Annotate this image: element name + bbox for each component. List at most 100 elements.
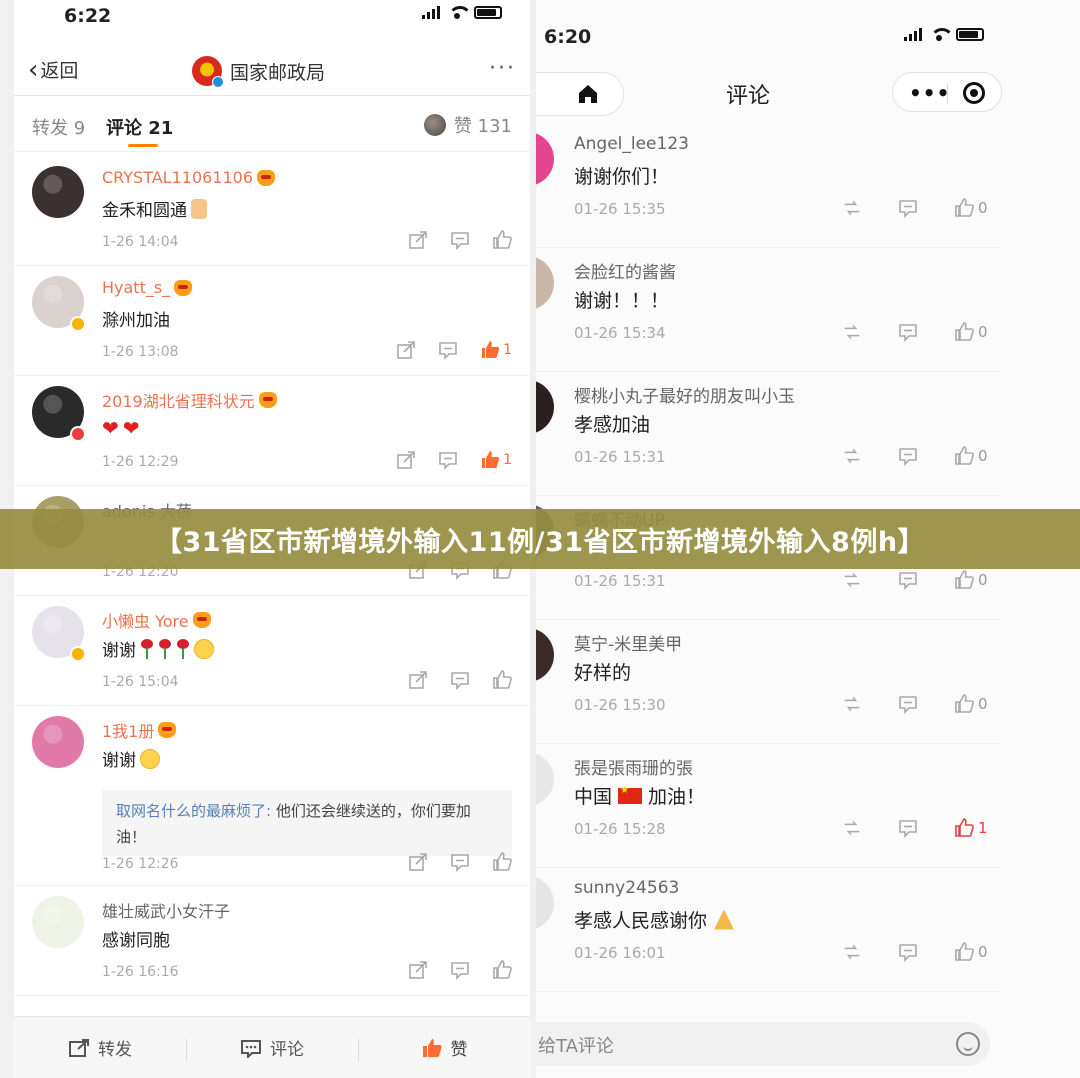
- repost-button[interactable]: 转发: [14, 1035, 186, 1060]
- username[interactable]: sunny24563: [574, 878, 679, 898]
- comment-time: 01-26 15:28: [574, 820, 666, 838]
- reply-button[interactable]: [898, 818, 918, 838]
- comment-item: 小懒虫 Yore 谢谢 1-26 15:04: [14, 596, 530, 706]
- comment-time: 1-26 15:04: [102, 674, 179, 690]
- more-button[interactable]: •••: [909, 81, 950, 105]
- avatar[interactable]: [536, 256, 554, 310]
- avatar[interactable]: [536, 876, 554, 930]
- comment-text: 谢谢: [102, 636, 214, 661]
- like-button[interactable]: 0: [954, 694, 988, 714]
- repost-button[interactable]: [842, 446, 862, 466]
- close-target-icon[interactable]: [963, 82, 985, 104]
- like-label: 赞: [450, 1040, 468, 1060]
- comment-item: CRYSTAL11061106 金禾和圆通 1-26 14:04: [14, 156, 530, 266]
- share-button[interactable]: [408, 960, 428, 980]
- account-title[interactable]: 国家邮政局: [192, 56, 326, 88]
- like-button[interactable]: 0: [954, 570, 988, 590]
- like-button[interactable]: 0: [954, 198, 988, 218]
- smile-emoji-icon: [140, 748, 160, 769]
- tab-repost[interactable]: 转发 9: [32, 114, 85, 140]
- share-button[interactable]: [408, 852, 428, 872]
- comment-text: 谢谢: [102, 746, 160, 771]
- username[interactable]: 2019湖北省理科状元: [102, 388, 277, 412]
- comment-text-content: 谢谢: [102, 751, 136, 771]
- like-button[interactable]: 1: [480, 450, 512, 470]
- username[interactable]: CRYSTAL11061106: [102, 168, 276, 187]
- repost-button[interactable]: [842, 942, 862, 962]
- like-button[interactable]: [492, 852, 512, 872]
- reply-button[interactable]: [898, 694, 918, 714]
- like-count: 1: [978, 819, 988, 837]
- avatar[interactable]: [536, 380, 554, 434]
- username-text: 2019湖北省理科状元: [102, 392, 255, 411]
- avatar[interactable]: [32, 166, 84, 218]
- back-button[interactable]: ‹ 返回: [28, 56, 78, 83]
- rose-emoji-icon: [158, 638, 172, 659]
- reply-button[interactable]: [438, 450, 458, 470]
- comment-time: 1-26 12:29: [102, 454, 179, 470]
- avatar[interactable]: [32, 716, 84, 768]
- username[interactable]: 小懒虫 Yore: [102, 608, 211, 632]
- repost-button[interactable]: [842, 818, 862, 838]
- reply-author[interactable]: 取网名什么的最麻烦了:: [116, 802, 271, 820]
- repost-button[interactable]: [842, 322, 862, 342]
- reply-button[interactable]: [898, 942, 918, 962]
- username[interactable]: 1我1册: [102, 718, 177, 742]
- comment-input[interactable]: 给TA评论: [536, 1022, 990, 1066]
- tab-comment[interactable]: 评论 21: [106, 114, 173, 140]
- reply-button[interactable]: [450, 852, 470, 872]
- comment-text-suffix: 加油！: [648, 786, 706, 808]
- reply-button[interactable]: [438, 340, 458, 360]
- username[interactable]: Angel_lee123: [574, 134, 689, 154]
- avatar[interactable]: [536, 628, 554, 682]
- share-button[interactable]: [396, 340, 416, 360]
- reply-button[interactable]: [898, 570, 918, 590]
- like-button[interactable]: 0: [954, 446, 988, 466]
- like-button[interactable]: [492, 670, 512, 690]
- repost-button[interactable]: [842, 570, 862, 590]
- like-button[interactable]: [492, 230, 512, 250]
- account-name: 国家邮政局: [230, 61, 326, 84]
- reply-button[interactable]: [898, 322, 918, 342]
- reply-preview[interactable]: 取网名什么的最麻烦了: 他们还会继续送的，你们要加油！: [102, 790, 512, 856]
- username[interactable]: 張是張雨珊的張: [574, 754, 693, 779]
- username[interactable]: 樱桃小丸子最好的朋友叫小玉: [574, 382, 795, 407]
- username[interactable]: Hyatt_s_: [102, 278, 193, 297]
- username[interactable]: 会脸红的酱酱: [574, 258, 676, 283]
- comment-label: 评论: [270, 1040, 304, 1060]
- like-button[interactable]: 1: [480, 340, 512, 360]
- repost-button[interactable]: [842, 694, 862, 714]
- reply-button[interactable]: [450, 230, 470, 250]
- reply-button[interactable]: [898, 198, 918, 218]
- home-button[interactable]: [536, 72, 624, 116]
- emoji-icon[interactable]: [956, 1032, 980, 1056]
- like-count: 0: [978, 199, 988, 217]
- share-button[interactable]: [408, 230, 428, 250]
- share-button[interactable]: [396, 450, 416, 470]
- avatar[interactable]: [536, 752, 554, 806]
- share-button[interactable]: [408, 670, 428, 690]
- comment-button[interactable]: 评论: [186, 1035, 358, 1061]
- signal-icon: [422, 6, 440, 19]
- fan-badge-icon: [192, 612, 211, 628]
- comment-actions: 1: [396, 340, 512, 360]
- rose-emoji-icon: [176, 638, 190, 659]
- comment-time: 01-26 16:01: [574, 944, 666, 962]
- reply-button[interactable]: [450, 960, 470, 980]
- like-button[interactable]: 0: [954, 942, 988, 962]
- avatar[interactable]: [32, 896, 84, 948]
- comment-actions: [408, 852, 512, 872]
- like-button[interactable]: 0: [954, 322, 988, 342]
- like-button[interactable]: 1: [954, 818, 988, 838]
- avatar[interactable]: [536, 132, 554, 186]
- home-icon: [579, 85, 597, 103]
- like-button[interactable]: 赞: [358, 1035, 530, 1061]
- username[interactable]: 雄壮威武小女汗子: [102, 898, 230, 922]
- username[interactable]: 莫宁-米里美甲: [574, 630, 682, 655]
- reply-button[interactable]: [898, 446, 918, 466]
- more-button[interactable]: ···: [489, 56, 516, 81]
- tab-likes[interactable]: 赞 131: [423, 112, 512, 138]
- like-button[interactable]: [492, 960, 512, 980]
- repost-button[interactable]: [842, 198, 862, 218]
- reply-button[interactable]: [450, 670, 470, 690]
